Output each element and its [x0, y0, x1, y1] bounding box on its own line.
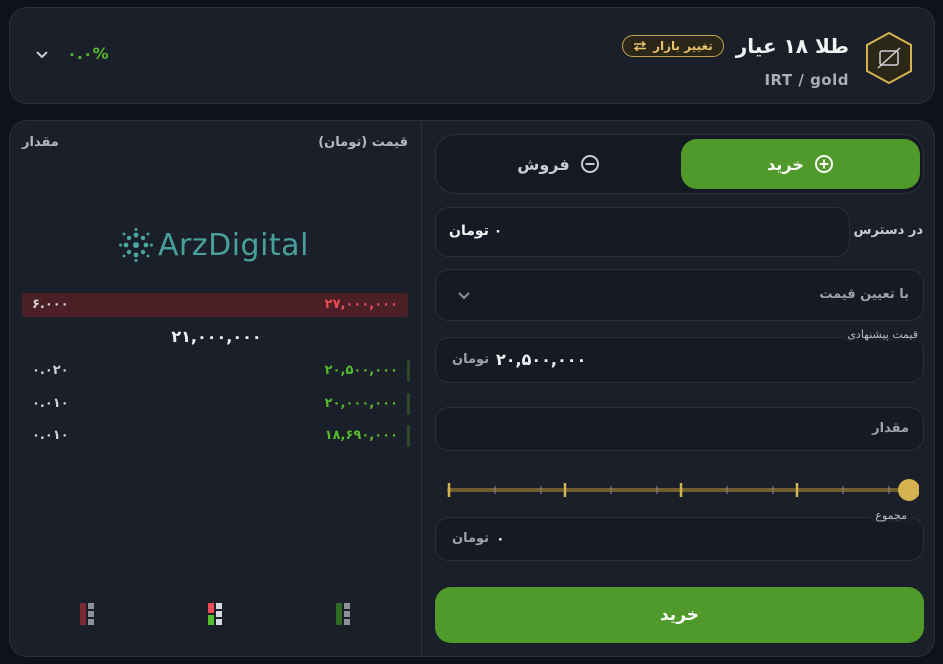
tab-buy-label: خرید: [767, 154, 804, 174]
market-header: طلا ۱۸ عیار تغییر بازار IRT / gold ۰.۰%: [9, 7, 935, 104]
minus-circle-icon: [580, 155, 599, 173]
bid-price: ۲۰,۵۰۰,۰۰۰: [324, 363, 398, 378]
swap-arrows-icon: [634, 41, 647, 51]
asks-only-view-icon[interactable]: [78, 601, 96, 627]
asset-icon: [866, 31, 912, 85]
buy-sell-tabs: خرید فروش: [435, 134, 924, 194]
order-type-select[interactable]: با تعیین قیمت: [435, 269, 924, 321]
plus-circle-icon: [814, 155, 833, 173]
order-type-value: با تعیین قیمت: [819, 287, 909, 302]
bid-depth-bar: [407, 393, 410, 415]
total-label: مجموع: [871, 509, 911, 522]
offer-price-unit: تومان: [452, 352, 490, 367]
bid-depth-bar: [407, 425, 410, 447]
amount-placeholder: مقدار: [872, 421, 909, 436]
last-price: ۲۱,۰۰۰,۰۰۰: [171, 327, 262, 346]
slider-handle: [898, 479, 919, 501]
trading-pair: IRT / gold: [764, 71, 849, 89]
bid-amount: ۰.۰۱۰: [32, 396, 69, 411]
bid-amount: ۰.۰۲۰: [32, 363, 69, 378]
order-book: قیمت (تومان) مقدار ArzDigital ۲۷,۰۰۰,۰۰۰…: [9, 120, 422, 657]
bid-row[interactable]: ۲۰,۰۰۰,۰۰۰ ۰.۰۱۰: [22, 392, 410, 416]
change-market-button[interactable]: تغییر بازار: [622, 35, 724, 57]
bid-amount: ۰.۰۱۰: [32, 428, 69, 443]
offer-price-value: ۲۰,۵۰۰,۰۰۰: [496, 350, 587, 369]
total-field: ۰ تومان: [435, 517, 924, 561]
bid-row[interactable]: ۲۰,۵۰۰,۰۰۰ ۰.۰۲۰: [22, 359, 410, 383]
available-value: ۰ تومان: [449, 223, 503, 239]
price-column-header: قیمت (تومان): [318, 135, 408, 150]
chevron-down-icon[interactable]: [34, 48, 50, 62]
asset-name: طلا ۱۸ عیار: [735, 34, 849, 58]
available-balance: ۰ تومان: [435, 207, 850, 257]
ask-price: ۲۷,۰۰۰,۰۰۰: [324, 297, 398, 312]
tab-sell-label: فروش: [517, 154, 570, 174]
tab-buy[interactable]: خرید: [681, 139, 920, 189]
total-unit: تومان: [452, 531, 490, 546]
offer-price-label: قیمت پیشنهادی: [843, 328, 922, 341]
bid-price: ۲۰,۰۰۰,۰۰۰: [324, 396, 398, 411]
tab-sell[interactable]: فروش: [439, 139, 678, 189]
available-label: در دسترس: [853, 223, 923, 238]
ask-amount: ۶.۰۰۰: [32, 297, 69, 312]
amount-slider[interactable]: [447, 473, 919, 507]
bid-price: ۱۸,۶۹۰,۰۰۰: [324, 428, 398, 443]
offer-price-input[interactable]: ۲۰,۵۰۰,۰۰۰ تومان: [435, 337, 924, 383]
order-form: خرید فروش در دسترس ۰ تومان با تعیین قیمت…: [421, 120, 935, 657]
bids-only-view-icon[interactable]: [334, 601, 352, 627]
ask-row[interactable]: ۲۷,۰۰۰,۰۰۰ ۶.۰۰۰: [22, 293, 408, 317]
combined-view-icon[interactable]: [206, 601, 224, 627]
arzdigital-logo-text: ArzDigital: [158, 227, 309, 263]
change-market-label: تغییر بازار: [653, 39, 713, 53]
arzdigital-logo-mark: [119, 228, 153, 262]
bid-depth-bar: [407, 360, 410, 382]
chevron-down-icon: [458, 292, 470, 300]
amount-column-header: مقدار: [22, 135, 59, 150]
change-percent: ۰.۰%: [67, 44, 109, 63]
buy-submit-button[interactable]: خرید: [435, 587, 924, 643]
amount-input[interactable]: مقدار: [435, 407, 924, 451]
total-value: ۰: [496, 531, 505, 547]
arzdigital-logo: ArzDigital: [118, 227, 309, 263]
bid-row[interactable]: ۱۸,۶۹۰,۰۰۰ ۰.۰۱۰: [22, 424, 410, 448]
